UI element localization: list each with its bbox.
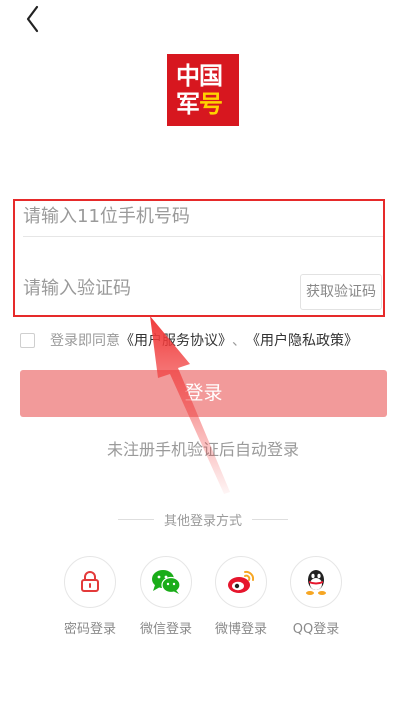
qq-login-label: QQ登录 [292, 622, 340, 637]
get-code-button[interactable]: 获取验证码 [300, 274, 382, 310]
title-line-left [117, 519, 154, 520]
wechat-login-label: 微信登录 [139, 622, 192, 637]
app-logo: 中国 军号 [167, 54, 239, 126]
weibo-icon [228, 570, 255, 593]
lock-icon [81, 571, 99, 592]
agreement-checkbox[interactable] [20, 332, 35, 348]
title-line-right [252, 519, 288, 520]
back-button[interactable] [18, 4, 48, 34]
logo-text-jun: 军 [176, 90, 200, 118]
password-login-circle [64, 556, 116, 608]
wechat-login-circle [140, 556, 192, 608]
agreement-row: 登录即同意 《用户服务协议》 、 《用户隐私政策》 [20, 329, 358, 351]
field-divider [23, 236, 383, 237]
qq-login-circle [290, 556, 342, 608]
chevron-left-icon [26, 5, 39, 33]
wechat-login-button[interactable]: 微信登录 [126, 556, 206, 637]
other-login-title-text: 其他登录方式 [163, 514, 242, 529]
logo-text-hao: 号 [199, 90, 223, 118]
agreement-separator: 、 [232, 333, 246, 349]
password-login-button[interactable]: 密码登录 [50, 556, 130, 637]
login-form-highlight: 请输入11位手机号码 请输入验证码 获取验证码 [13, 199, 385, 317]
logo-text-top: 中国 [176, 62, 223, 90]
service-agreement-link[interactable]: 《用户服务协议》 [120, 330, 232, 350]
logo-text-bottom: 军号 [176, 90, 223, 118]
wechat-icon [152, 570, 181, 594]
qq-icon [306, 570, 326, 595]
weibo-login-label: 微博登录 [214, 622, 267, 637]
auto-register-hint: 未注册手机验证后自动登录 [106, 440, 299, 459]
agreement-prefix: 登录即同意 [50, 333, 120, 349]
other-login-title: 其他登录方式 [0, 510, 406, 529]
phone-input[interactable]: 请输入11位手机号码 [23, 205, 383, 229]
privacy-policy-link[interactable]: 《用户隐私政策》 [246, 330, 358, 350]
weibo-login-circle [215, 556, 267, 608]
password-login-label: 密码登录 [63, 622, 116, 637]
login-button[interactable]: 登录 [20, 370, 387, 417]
weibo-login-button[interactable]: 微博登录 [201, 556, 281, 637]
qq-login-button[interactable]: QQ登录 [276, 556, 356, 637]
login-screen: 中国 军号 请输入11位手机号码 请输入验证码 获取验证码 登录即同意 《用户服… [0, 0, 406, 701]
